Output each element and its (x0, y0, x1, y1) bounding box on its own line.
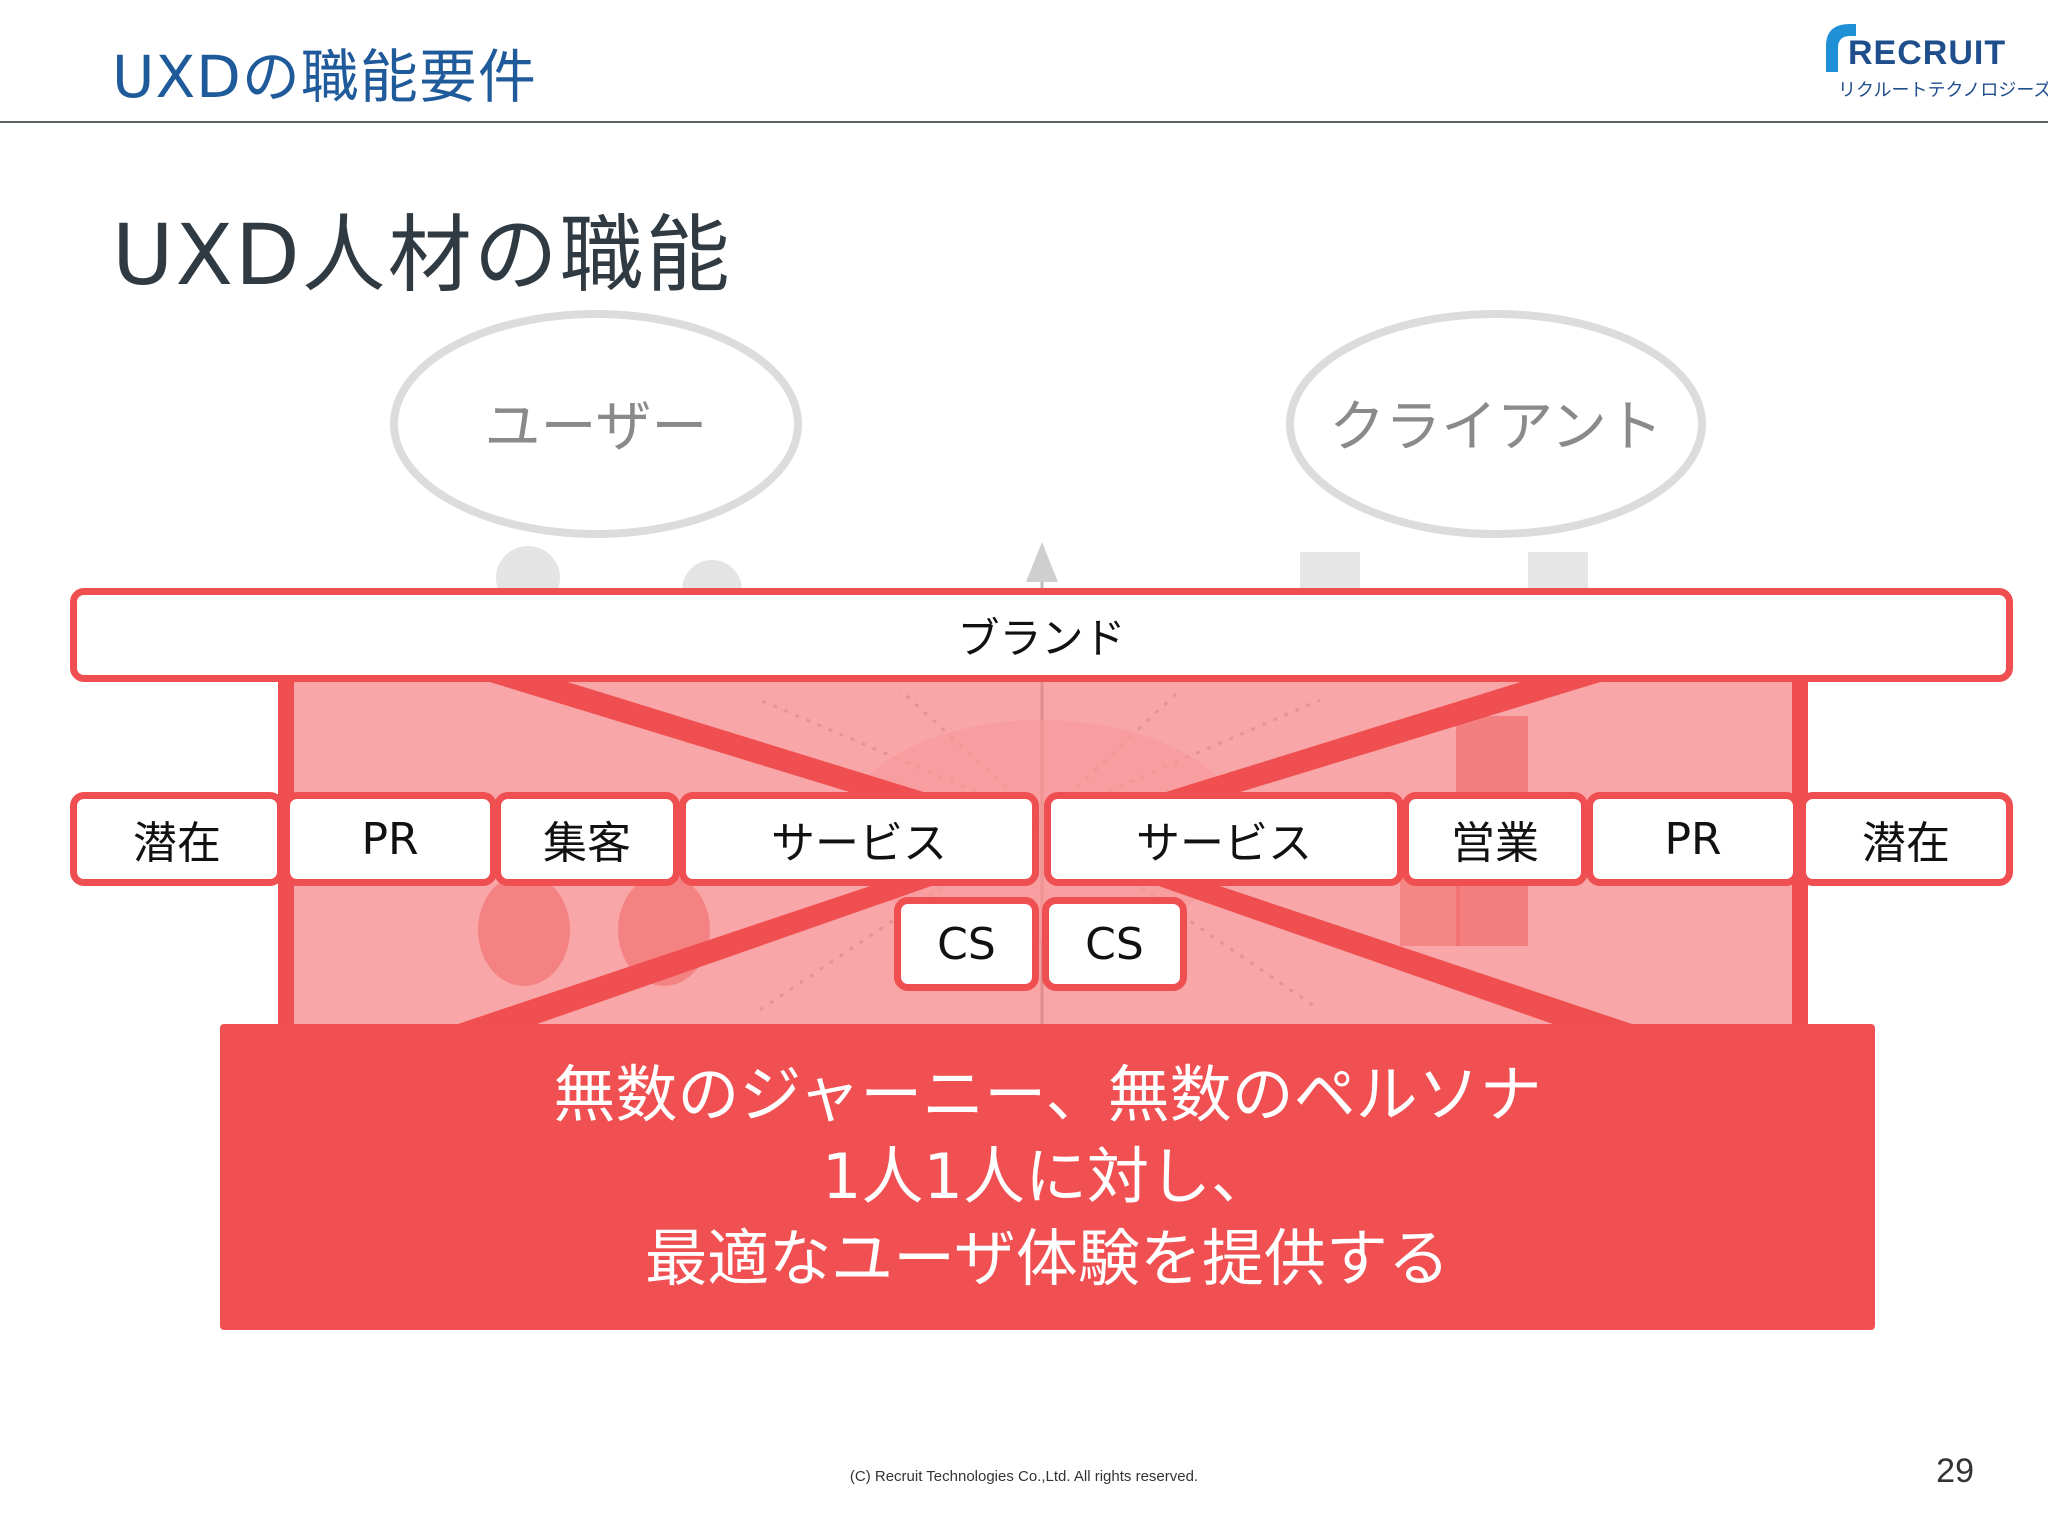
statement-line: 1人1人に対し、 (822, 1140, 1273, 1213)
brand-bar: ブランド (70, 588, 2013, 682)
latent-box-right: 潜在 (1799, 792, 2013, 886)
statement-line: 無数のジャーニー、無数のペルソナ (553, 1058, 1542, 1131)
latent-label: 潜在 (1862, 818, 1950, 869)
cs-label: CS (1085, 918, 1144, 970)
footer-dot-strip (0, 1508, 2048, 1536)
acquisition-label: 集客 (543, 818, 631, 869)
cs-box-right: CS (1042, 897, 1187, 991)
latent-label: 潜在 (133, 818, 221, 869)
latent-box-left: 潜在 (70, 792, 284, 886)
brand-label: ブランド (957, 613, 1126, 663)
statement-box: 無数のジャーニー、無数のペルソナ 1人1人に対し、 最適なユーザ体験を提供する (220, 1024, 1875, 1330)
user-label: ユーザー (485, 395, 708, 460)
service-box-right: サービス (1044, 792, 1404, 886)
cs-box-left: CS (894, 897, 1039, 991)
building-icon (1300, 552, 1360, 592)
service-box-left: サービス (679, 792, 1039, 886)
sales-label: 営業 (1451, 818, 1539, 869)
service-label: サービス (1136, 818, 1312, 869)
statement-line: 最適なユーザ体験を提供する (645, 1222, 1450, 1295)
arrow-up-icon (1026, 542, 1058, 582)
building-icon (1528, 552, 1588, 592)
pr-box-right: PR (1586, 792, 1800, 886)
acquisition-box: 集客 (494, 792, 680, 886)
pr-box-left: PR (283, 792, 497, 886)
cs-label: CS (937, 918, 996, 970)
client-label: クライアント (1329, 395, 1663, 460)
copyright-text: (C) Recruit Technologies Co.,Ltd. All ri… (849, 1468, 1199, 1485)
pr-label: PR (1664, 813, 1722, 865)
pr-label: PR (361, 813, 419, 865)
service-label: サービス (771, 818, 947, 869)
sales-box: 営業 (1402, 792, 1588, 886)
page-number: 29 (1936, 1452, 1974, 1490)
